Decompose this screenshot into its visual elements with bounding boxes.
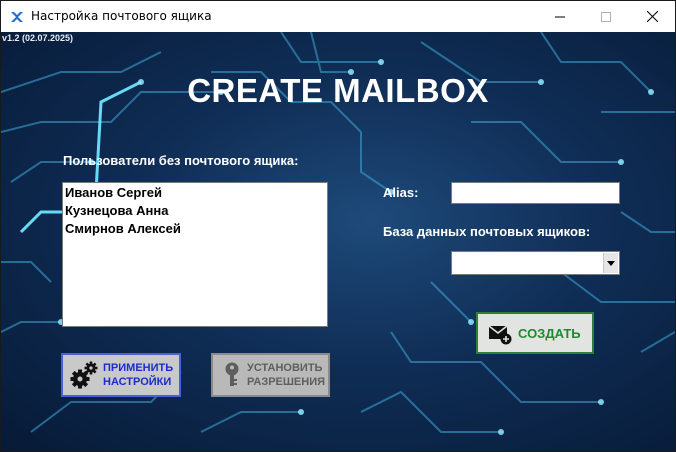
users-list[interactable]: Иванов Сергей Кузнецова Анна Смирнов Але… (62, 182, 328, 327)
apply-settings-button[interactable]: ПРИМЕНИТЬ НАСТРОЙКИ (61, 353, 181, 397)
app-window: Настройка почтового ящика v1.2 (02.07.20… (0, 0, 676, 452)
title-bar: Настройка почтового ящика (1, 1, 675, 32)
key-icon (225, 362, 239, 386)
alias-input[interactable] (451, 182, 620, 204)
maximize-button[interactable] (583, 1, 629, 32)
list-item[interactable]: Смирнов Алексей (65, 220, 327, 238)
dropdown-arrow[interactable] (603, 253, 618, 273)
database-label: База данных почтовых ящиков: (383, 224, 591, 239)
window-title: Настройка почтового ящика (31, 9, 212, 23)
close-button[interactable] (629, 1, 675, 32)
minimize-icon (555, 16, 565, 17)
create-button-label: СОЗДАТЬ (518, 325, 581, 341)
list-item[interactable]: Иванов Сергей (65, 184, 327, 202)
database-select[interactable] (451, 251, 620, 275)
chevron-down-icon (607, 260, 615, 266)
maximize-icon (601, 11, 611, 22)
users-label: Пользователи без почтового ящика: (63, 153, 299, 168)
close-icon (646, 11, 658, 22)
page-title: CREATE MAILBOX (187, 72, 489, 109)
main-panel: v1.2 (02.07.2025) CREATE MAILBOX Пользов… (1, 32, 675, 451)
app-icon (11, 12, 23, 22)
create-button[interactable]: СОЗДАТЬ (476, 312, 594, 354)
minimize-button[interactable] (537, 1, 583, 32)
alias-label: Alias: (383, 185, 419, 200)
set-permissions-label: УСТАНОВИТЬ РАЗРЕШЕНИЯ (247, 362, 326, 388)
set-permissions-button[interactable]: УСТАНОВИТЬ РАЗРЕШЕНИЯ (211, 353, 330, 397)
apply-settings-label: ПРИМЕНИТЬ НАСТРОЙКИ (103, 362, 174, 388)
gears-icon (70, 361, 98, 389)
list-item[interactable]: Кузнецова Анна (65, 202, 327, 220)
version-label: v1.2 (02.07.2025) (2, 33, 74, 43)
mail-add-icon (488, 325, 512, 345)
